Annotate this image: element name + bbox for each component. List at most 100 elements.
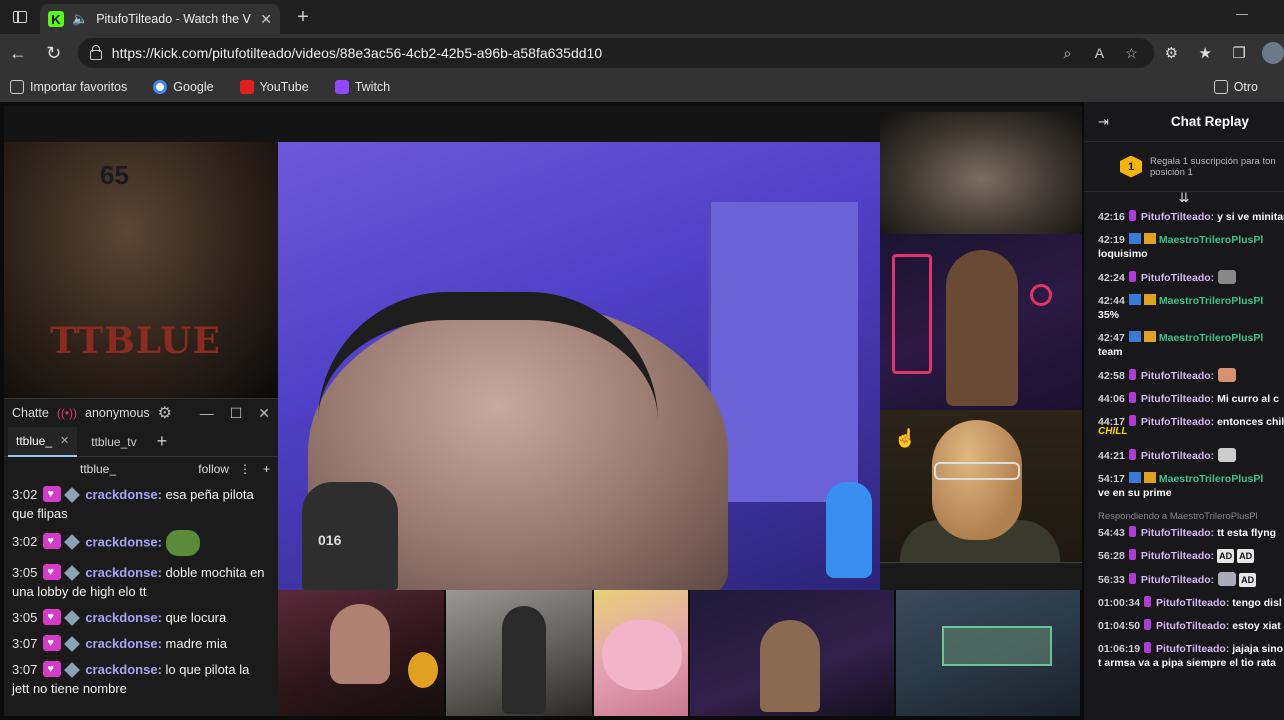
- message-time: 3:07: [12, 636, 38, 651]
- clip-thumbnail-5[interactable]: [896, 590, 1082, 716]
- url-bar[interactable]: https://kick.com/pitufotilteado/videos/8…: [77, 38, 1155, 68]
- chatterino-user[interactable]: anonymous: [85, 406, 150, 420]
- replay-message: 01:06:19 PitufoTilteado: jajaja sino t ar…: [1098, 642, 1284, 670]
- settings-gear-icon[interactable]: ⚙: [158, 403, 172, 423]
- message-user[interactable]: PitufoTilteado:: [1141, 370, 1214, 382]
- chat-message: 3:05 crackdonse: que locura: [12, 608, 270, 627]
- message-user[interactable]: MaestroTrileroPlusPl: [1159, 473, 1263, 485]
- read-aloud-icon[interactable]: A: [1088, 45, 1110, 61]
- profile-avatar[interactable]: [1262, 42, 1284, 64]
- message-user[interactable]: PitufoTilteado:: [1141, 211, 1214, 223]
- message-text: estoy xiat: [1232, 620, 1281, 632]
- tab-ttblue-tv[interactable]: ttblue_tv: [83, 427, 144, 457]
- replay-message: 42:58 PitufoTilteado:: [1098, 368, 1284, 383]
- replay-message: 01:00:34 PitufoTilteado: tengo disl: [1098, 596, 1284, 610]
- zoom-icon[interactable]: ⌕: [1056, 45, 1078, 62]
- url-text[interactable]: https://kick.com/pitufotilteado/videos/8…: [112, 45, 1047, 61]
- minimize-icon[interactable]: —: [200, 405, 214, 422]
- message-user[interactable]: PitufoTilteado:: [1141, 416, 1214, 428]
- message-user[interactable]: PitufoTilteado:: [1156, 597, 1229, 609]
- message-user[interactable]: PitufoTilteado:: [1141, 393, 1214, 405]
- neon-figure: [946, 250, 1018, 406]
- clip-thumbnail-2[interactable]: [446, 590, 594, 716]
- message-time: 42:24: [1098, 272, 1125, 284]
- tab-actions-icon[interactable]: [0, 0, 40, 34]
- thumb-person: [502, 606, 546, 714]
- ad-emote: AD: [1237, 549, 1255, 563]
- import-icon: [10, 80, 24, 94]
- maximize-icon[interactable]: ☐: [230, 405, 243, 422]
- video-player[interactable]: 65 TTBLUE Chatte ((•)) anonymous ⚙ — ☐ ✕…: [4, 106, 1082, 716]
- follow-button[interactable]: follow: [198, 462, 229, 476]
- chat-replay-title: Chat Replay: [1170, 114, 1249, 129]
- chatterino-tabs: ttblue_ ✕ ttblue_tv +: [4, 426, 278, 457]
- tab-ttblue[interactable]: ttblue_ ✕: [8, 426, 78, 457]
- message-user[interactable]: PitufoTilteado:: [1156, 643, 1229, 655]
- extensions-icon[interactable]: ⚙: [1154, 44, 1188, 62]
- message-user[interactable]: crackdonse:: [85, 565, 162, 580]
- favorite-star-icon[interactable]: ☆: [1120, 45, 1142, 62]
- sub-badge-icon: [1128, 549, 1136, 560]
- promo-line-2: posición 1: [1150, 166, 1193, 178]
- bookmark-twitch[interactable]: Twitch: [334, 80, 390, 94]
- minimize-window-icon[interactable]: [1236, 14, 1248, 15]
- reload-button[interactable]: ↻: [36, 43, 72, 64]
- message-user[interactable]: crackdonse:: [85, 662, 162, 677]
- close-icon[interactable]: ✕: [258, 405, 270, 422]
- message-user[interactable]: MaestroTrileroPlusPl: [1159, 295, 1263, 307]
- coin-icon: [408, 652, 438, 688]
- clip-thumbnail-3[interactable]: [594, 590, 690, 716]
- bookmark-google[interactable]: Google: [153, 80, 214, 94]
- message-user[interactable]: crackdonse:: [85, 534, 162, 549]
- chatterino-header: Chatte ((•)) anonymous ⚙ — ☐ ✕: [4, 399, 278, 427]
- message-user[interactable]: PitufoTilteado:: [1141, 272, 1214, 284]
- sub-badge-icon: [1128, 526, 1136, 537]
- close-tab-icon[interactable]: ✕: [260, 11, 272, 28]
- replay-message: 56:33 PitufoTilteado: AD: [1098, 572, 1284, 587]
- message-user[interactable]: crackdonse:: [85, 487, 162, 502]
- sub-gift-promo[interactable]: 1 Regala 1 suscripción para ton posición …: [1084, 142, 1284, 192]
- message-time: 01:04:50: [1098, 620, 1141, 632]
- message-user[interactable]: crackdonse:: [85, 636, 162, 651]
- message-user[interactable]: PitufoTilteado:: [1141, 574, 1214, 586]
- browser-tab[interactable]: K 🔈 PitufoTilteado - Watch the V ✕: [40, 4, 280, 34]
- channel-name: ttblue_: [80, 462, 117, 476]
- message-user[interactable]: PitufoTilteado:: [1141, 450, 1214, 462]
- lock-icon[interactable]: [89, 44, 102, 60]
- bookmark-other[interactable]: Otro: [1213, 80, 1258, 94]
- back-button[interactable]: ←: [0, 43, 36, 64]
- sub-badge-icon: [1128, 415, 1136, 426]
- message-user[interactable]: PitufoTilteado:: [1141, 527, 1214, 539]
- sub-badge-icon: [1144, 642, 1152, 653]
- reply-text: Respondiendo a MaestroTrileroPlusPl: [1098, 511, 1258, 522]
- mod-badge-icon: [1128, 472, 1141, 483]
- google-icon: [153, 80, 168, 94]
- chat-replay-messages: 42:16 PitufoTilteado: y si ve minitan 42:…: [1084, 206, 1284, 670]
- chat-replay-header: ⇥ Chat Replay: [1084, 102, 1284, 142]
- diamond-badge-icon: [64, 662, 81, 678]
- new-tab-button[interactable]: +: [288, 6, 318, 29]
- clip-thumbnail-1[interactable]: [278, 590, 446, 716]
- collections-icon[interactable]: ❐: [1222, 44, 1256, 62]
- message-user[interactable]: PitufoTilteado:: [1156, 620, 1229, 632]
- crown-badge-icon: [1143, 331, 1156, 342]
- favorites-icon[interactable]: ★: [1188, 44, 1222, 62]
- add-tab-button[interactable]: +: [157, 431, 168, 452]
- message-time: 44:06: [1098, 393, 1125, 405]
- expand-chevron-icon[interactable]: ⇊: [1084, 191, 1284, 206]
- twitch-icon: [334, 80, 349, 94]
- add-split-icon[interactable]: +: [263, 462, 270, 476]
- close-tab-icon[interactable]: ✕: [60, 434, 69, 447]
- message-user[interactable]: crackdonse:: [85, 610, 162, 625]
- message-user[interactable]: MaestroTrileroPlusPl: [1159, 234, 1263, 246]
- more-options-icon[interactable]: ⋮: [239, 462, 251, 476]
- speaker-icon[interactable]: 🔈: [72, 11, 88, 27]
- message-user[interactable]: PitufoTilteado:: [1141, 550, 1214, 562]
- message-user[interactable]: MaestroTrileroPlusPl: [1159, 332, 1263, 344]
- message-time: 3:02: [12, 534, 38, 550]
- bookmark-youtube[interactable]: YouTube: [239, 80, 309, 94]
- clip-thumbnail-4[interactable]: [690, 590, 896, 716]
- bookmark-import[interactable]: Importar favoritos: [10, 80, 127, 94]
- collapse-chat-icon[interactable]: ⇥: [1098, 114, 1109, 130]
- message-text: loquisimo: [1098, 248, 1148, 260]
